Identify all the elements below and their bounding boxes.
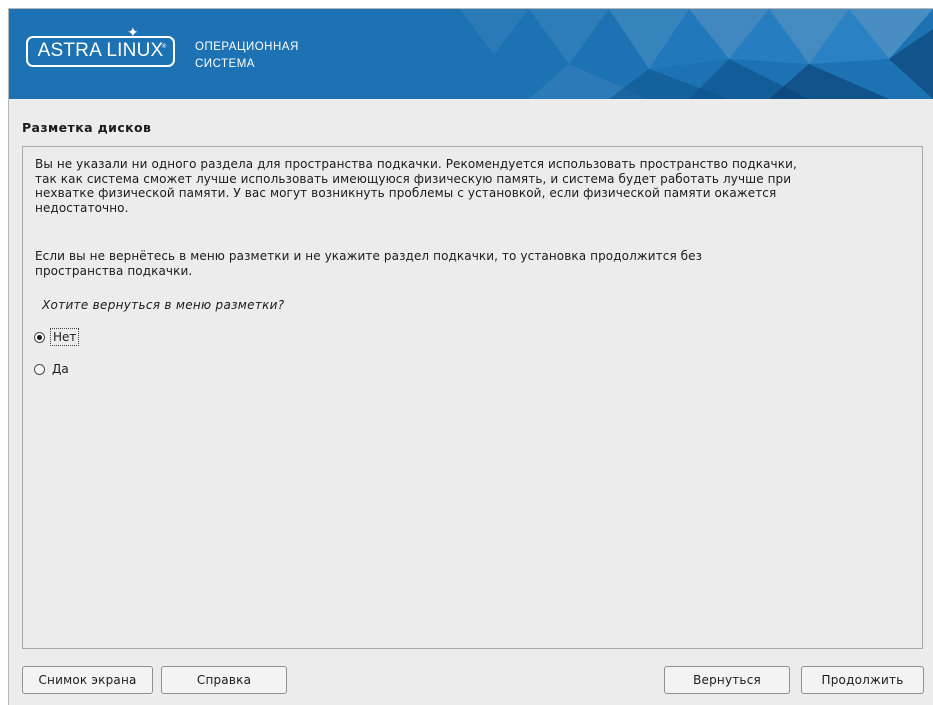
question-text: Хотите вернуться в меню разметки?: [42, 298, 285, 312]
help-button[interactable]: Справка: [161, 666, 287, 694]
swap-warning-paragraph: Вы не указали ни одного раздела для прос…: [35, 157, 915, 215]
logo-star-icon: ✦: [127, 25, 139, 41]
paragraph-line: Если вы не вернётесь в меню разметки и н…: [35, 249, 703, 263]
logo-text: ASTRA LINUX: [37, 40, 164, 61]
option-yes[interactable]: Да: [34, 361, 71, 377]
option-no[interactable]: Нет: [34, 328, 80, 346]
astra-linux-logo: ✦ ASTRA LINUX ®: [26, 26, 175, 67]
back-button[interactable]: Вернуться: [664, 666, 790, 694]
radio-button[interactable]: [34, 363, 45, 375]
header-banner: ✦ ASTRA LINUX ® ОПЕРАЦИОННАЯ СИСТЕМА: [9, 9, 933, 99]
page-title: Разметка дисков: [22, 120, 152, 135]
paragraph-line: недостаточно.: [35, 200, 129, 215]
continue-button[interactable]: Продолжить: [801, 666, 924, 694]
option-no-label[interactable]: Нет: [50, 328, 80, 346]
radio-button-selected[interactable]: [34, 331, 45, 343]
paragraph-line: нехватке физической памяти. У вас могут …: [35, 186, 777, 200]
registered-mark-icon: ®: [161, 43, 167, 50]
paragraph-line: Вы не указали ни одного раздела для прос…: [35, 157, 797, 171]
subtitle-line-1: ОПЕРАЦИОННАЯ: [195, 41, 299, 53]
option-yes-label[interactable]: Да: [50, 361, 71, 377]
os-subtitle: ОПЕРАЦИОННАЯ СИСТЕМА: [195, 39, 299, 73]
screenshot-button[interactable]: Снимок экрана: [22, 666, 153, 694]
paragraph-line: пространства подкачки.: [35, 263, 193, 278]
continue-without-swap-paragraph: Если вы не вернётесь в меню разметки и н…: [35, 249, 915, 278]
content-panel: Вы не указали ни одного раздела для прос…: [22, 146, 923, 649]
paragraph-line: так как система сможет лучше использоват…: [35, 171, 792, 186]
subtitle-line-2: СИСТЕМА: [195, 58, 255, 70]
installer-window: ✦ ASTRA LINUX ® ОПЕРАЦИОННАЯ СИСТЕМА Раз…: [8, 8, 933, 705]
